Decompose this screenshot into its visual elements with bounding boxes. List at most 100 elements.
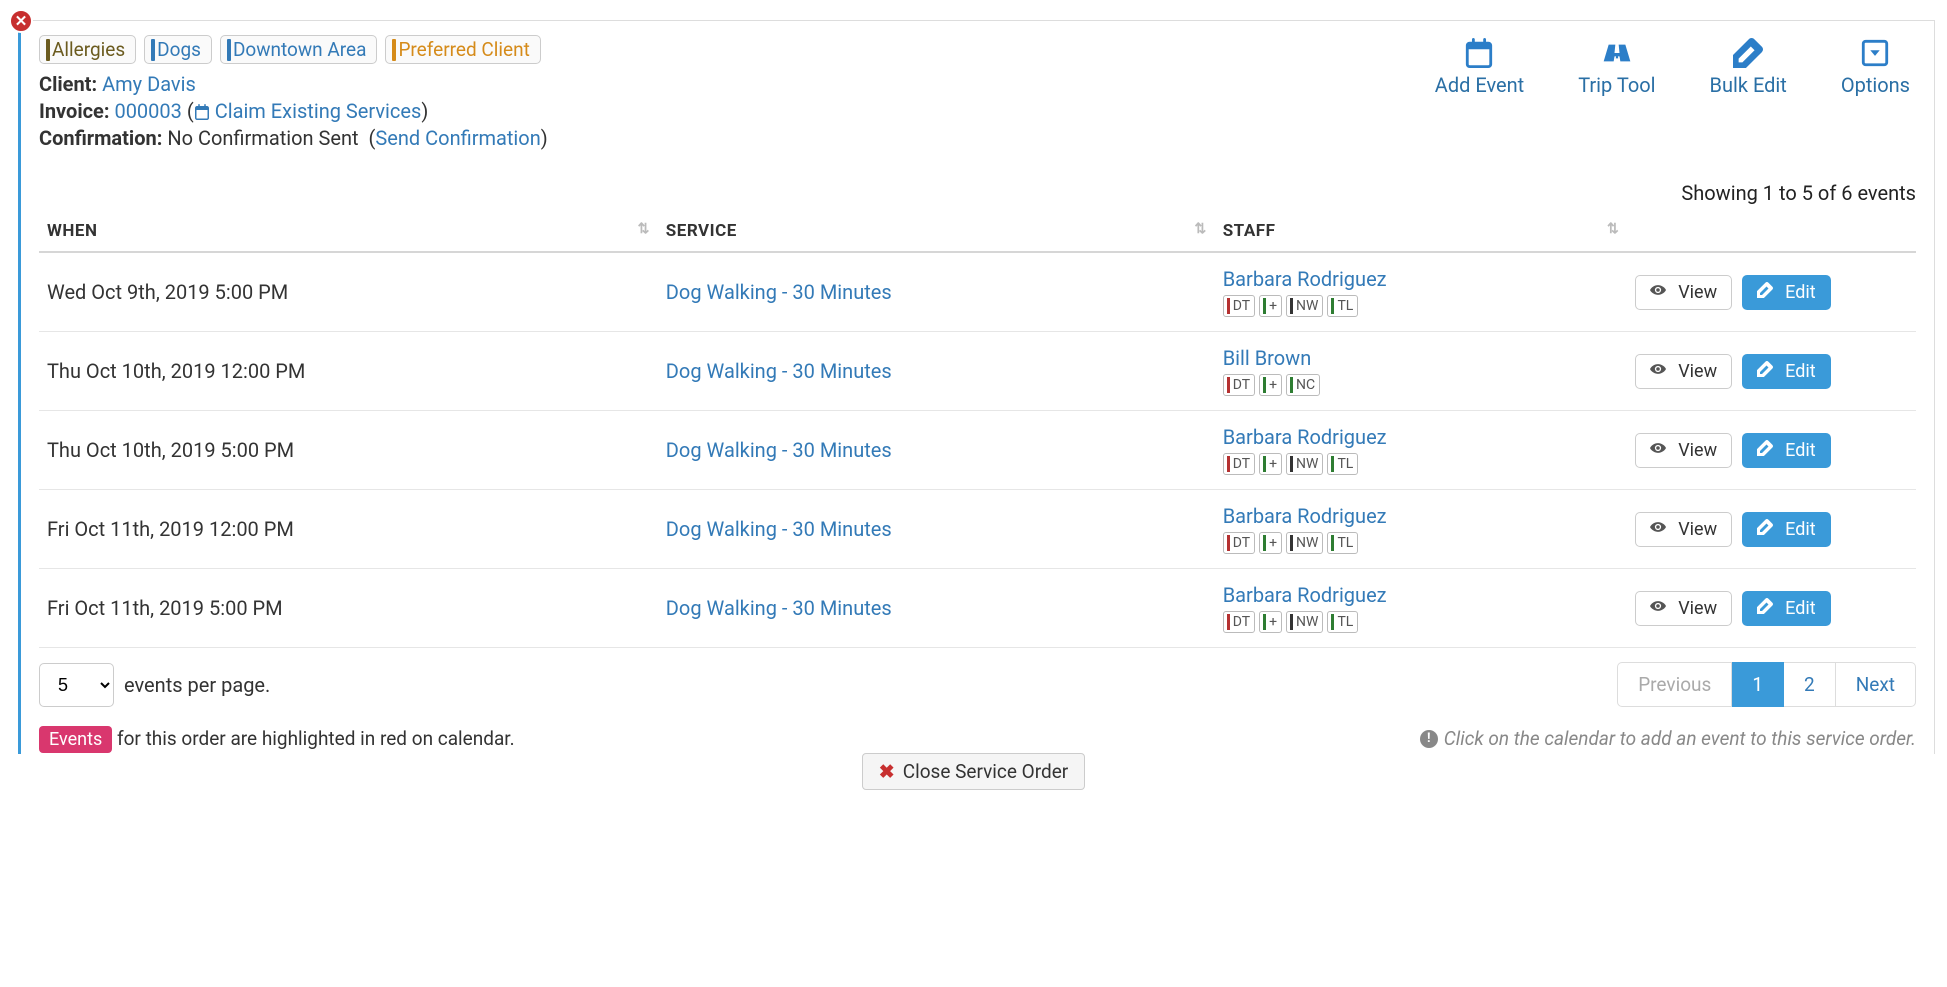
territory-badge[interactable]: TL	[1327, 611, 1358, 633]
tag[interactable]: Allergies	[39, 35, 136, 64]
staff-link[interactable]: Barbara Rodriguez	[1223, 504, 1387, 528]
territory-list: DT+NC	[1223, 374, 1620, 396]
calendar-hint: ! Click on the calendar to add an event …	[1420, 727, 1916, 750]
edit-button[interactable]: Edit	[1742, 512, 1830, 547]
staff-link[interactable]: Barbara Rodriguez	[1223, 583, 1387, 607]
view-button[interactable]: View	[1635, 591, 1732, 626]
edit-button[interactable]: Edit	[1742, 433, 1830, 468]
confirmation-label: Confirmation:	[39, 126, 162, 150]
territory-badge[interactable]: +	[1259, 611, 1282, 633]
staff-link[interactable]: Barbara Rodriguez	[1223, 267, 1387, 291]
events-badge: Events	[39, 726, 112, 753]
add-event-button[interactable]: Add Event	[1435, 35, 1524, 97]
territory-badge[interactable]: NC	[1286, 374, 1320, 396]
territory-badge[interactable]: +	[1259, 532, 1282, 554]
edit-button[interactable]: Edit	[1742, 591, 1830, 626]
territory-badge[interactable]: NW	[1286, 611, 1323, 633]
edit-button[interactable]: Edit	[1742, 275, 1830, 310]
territory-list: DT+NWTL	[1223, 611, 1620, 633]
view-button[interactable]: View	[1635, 433, 1732, 468]
eye-icon	[1650, 440, 1668, 461]
action-bar: Add Event Trip Tool Bulk Edit Options	[1435, 35, 1916, 97]
territory-badge[interactable]: DT	[1223, 453, 1255, 475]
tag[interactable]: Downtown Area	[220, 35, 378, 64]
tag-label: Downtown Area	[233, 38, 367, 61]
showing-count: Showing 1 to 5 of 6 events	[39, 181, 1916, 205]
eye-icon	[1650, 519, 1668, 540]
service-link[interactable]: Dog Walking - 30 Minutes	[666, 596, 892, 620]
cell-when: Thu Oct 10th, 2019 5:00 PM	[39, 411, 658, 490]
send-confirmation-link[interactable]: Send Confirmation	[375, 126, 540, 150]
cell-when: Fri Oct 11th, 2019 12:00 PM	[39, 490, 658, 569]
territory-list: DT+NWTL	[1223, 532, 1620, 554]
territory-badge[interactable]: DT	[1223, 611, 1255, 633]
road-icon	[1602, 35, 1632, 71]
territory-badge[interactable]: DT	[1223, 374, 1255, 396]
service-link[interactable]: Dog Walking - 30 Minutes	[666, 517, 892, 541]
territory-badge[interactable]: +	[1259, 374, 1282, 396]
view-button[interactable]: View	[1635, 512, 1732, 547]
tag-color-bar	[46, 39, 50, 61]
edit-icon	[1757, 519, 1775, 540]
trip-tool-button[interactable]: Trip Tool	[1578, 35, 1655, 97]
page-previous[interactable]: Previous	[1617, 662, 1732, 707]
page-number[interactable]: 1	[1732, 662, 1784, 707]
staff-link[interactable]: Barbara Rodriguez	[1223, 425, 1387, 449]
col-staff[interactable]: STAFF⇅	[1215, 211, 1628, 252]
view-button[interactable]: View	[1635, 354, 1732, 389]
client-label: Client:	[39, 72, 97, 96]
tag-color-bar	[151, 39, 155, 61]
edit-button[interactable]: Edit	[1742, 354, 1830, 389]
per-page-label: events per page.	[124, 673, 270, 697]
territory-badge[interactable]: NW	[1286, 453, 1323, 475]
service-link[interactable]: Dog Walking - 30 Minutes	[666, 280, 892, 304]
territory-badge[interactable]: +	[1259, 295, 1282, 317]
edit-icon	[1757, 440, 1775, 461]
pagination: Previous12Next	[1617, 662, 1916, 707]
territory-badge[interactable]: NW	[1286, 532, 1323, 554]
per-page-select[interactable]: 5	[39, 663, 114, 707]
service-link[interactable]: Dog Walking - 30 Minutes	[666, 438, 892, 462]
col-service[interactable]: SERVICE⇅	[658, 211, 1215, 252]
table-row: Fri Oct 11th, 2019 5:00 PM Dog Walking -…	[39, 569, 1916, 648]
client-link[interactable]: Amy Davis	[102, 72, 196, 96]
territory-badge[interactable]: TL	[1327, 453, 1358, 475]
close-service-order-button[interactable]: ✖ Close Service Order	[862, 753, 1085, 790]
territory-list: DT+NWTL	[1223, 453, 1620, 475]
page-next[interactable]: Next	[1836, 662, 1916, 707]
service-order-panel: ✕ AllergiesDogsDowntown AreaPreferred Cl…	[18, 20, 1935, 754]
territory-badge[interactable]: +	[1259, 453, 1282, 475]
col-when[interactable]: WHEN⇅	[39, 211, 658, 252]
close-panel-icon[interactable]: ✕	[9, 9, 33, 33]
territory-badge[interactable]: TL	[1327, 532, 1358, 554]
territory-badge[interactable]: DT	[1223, 295, 1255, 317]
table-row: Thu Oct 10th, 2019 12:00 PM Dog Walking …	[39, 332, 1916, 411]
sort-icon: ⇅	[1607, 221, 1619, 237]
invoice-line: Invoice: 000003 ( Claim Existing Service…	[39, 99, 548, 123]
info-icon: !	[1420, 730, 1438, 748]
view-button[interactable]: View	[1635, 275, 1732, 310]
tag-color-bar	[227, 39, 231, 61]
page-number[interactable]: 2	[1784, 662, 1836, 707]
territory-badge[interactable]: DT	[1223, 532, 1255, 554]
tag[interactable]: Preferred Client	[385, 35, 540, 64]
sort-icon: ⇅	[638, 221, 650, 237]
confirmation-line: Confirmation: No Confirmation Sent (Send…	[39, 126, 548, 150]
territory-badge[interactable]: TL	[1327, 295, 1358, 317]
table-row: Fri Oct 11th, 2019 12:00 PM Dog Walking …	[39, 490, 1916, 569]
calendar-icon	[1464, 35, 1494, 71]
invoice-label: Invoice:	[39, 99, 109, 123]
tag[interactable]: Dogs	[144, 35, 212, 64]
options-button[interactable]: Options	[1841, 35, 1910, 97]
caret-down-square-icon	[1860, 35, 1890, 71]
invoice-link[interactable]: 000003	[114, 99, 181, 123]
cell-when: Fri Oct 11th, 2019 5:00 PM	[39, 569, 658, 648]
cell-when: Wed Oct 9th, 2019 5:00 PM	[39, 252, 658, 332]
edit-icon	[1733, 35, 1763, 71]
service-link[interactable]: Dog Walking - 30 Minutes	[666, 359, 892, 383]
claim-services-link[interactable]: Claim Existing Services	[215, 99, 422, 123]
bulk-edit-button[interactable]: Bulk Edit	[1710, 35, 1787, 97]
territory-badge[interactable]: NW	[1286, 295, 1323, 317]
staff-link[interactable]: Bill Brown	[1223, 346, 1312, 370]
per-page-control: 5 events per page.	[39, 663, 270, 707]
